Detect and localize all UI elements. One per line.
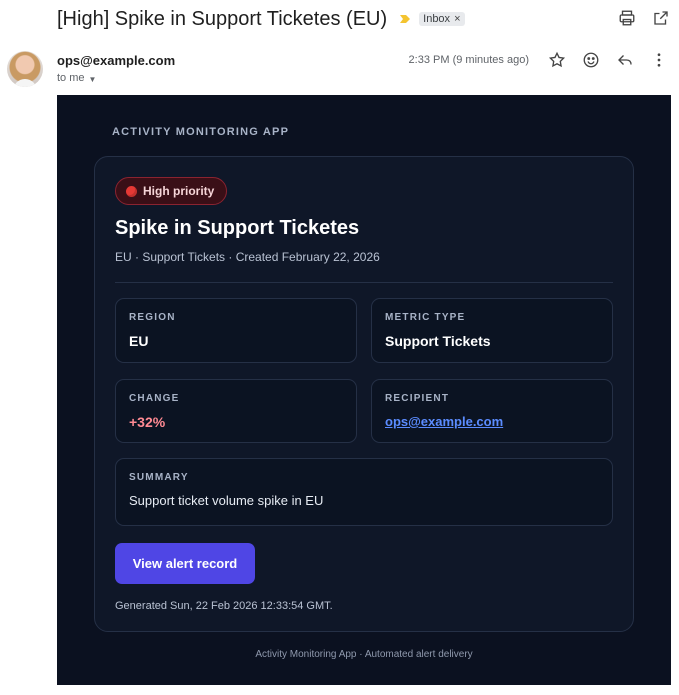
- avatar[interactable]: [7, 51, 43, 87]
- email-subject: [High] Spike in Support Ticketes (EU): [57, 7, 388, 30]
- generated-timestamp: Generated Sun, 22 Feb 2026 12:33:54 GMT.: [115, 600, 333, 612]
- metric-type-label: METRIC TYPE: [385, 312, 466, 323]
- divider: [115, 282, 613, 283]
- remove-label-button[interactable]: ×: [454, 13, 460, 25]
- reply-button[interactable]: [615, 50, 635, 70]
- open-new-window-icon: [654, 11, 668, 25]
- summary-label: SUMMARY: [129, 472, 189, 483]
- message-time: 2:33 PM (9 minutes ago): [408, 54, 529, 66]
- reply-icon: [618, 55, 632, 65]
- chevron-down-icon: ▼: [88, 74, 97, 84]
- view-alert-record-button[interactable]: View alert record: [115, 543, 255, 584]
- star-icon: [548, 51, 566, 68]
- to-me-label: to me: [57, 72, 85, 84]
- print-button[interactable]: [617, 8, 637, 28]
- alert-card: High priority Spike in Support Ticketes …: [94, 156, 634, 632]
- region-label: REGION: [129, 312, 176, 323]
- more-vert-icon: [657, 53, 661, 67]
- red-circle-icon: [126, 185, 137, 197]
- email-footer: Activity Monitoring App · Automated aler…: [255, 649, 473, 660]
- top-actions: [617, 8, 671, 28]
- change-value: +32%: [129, 414, 166, 430]
- alert-title: Spike in Support Ticketes: [115, 217, 360, 239]
- region-value: EU: [129, 333, 149, 349]
- app-name: ACTIVITY MONITORING APP: [112, 126, 290, 138]
- metric-type-field: METRIC TYPE Support Tickets: [371, 298, 613, 363]
- message-actions: 2:33 PM (9 minutes ago): [409, 50, 669, 70]
- region-field: REGION EU: [115, 298, 357, 363]
- recipient-email-link[interactable]: ops@example.com: [385, 414, 503, 429]
- emoji-icon: [583, 52, 599, 68]
- importance-marker-icon[interactable]: [399, 13, 411, 25]
- subject-row: [High] Spike in Support Ticketes (EU) In…: [57, 5, 669, 33]
- alert-subtitle: EU · Support Tickets · Created February …: [115, 250, 380, 264]
- sender-email[interactable]: ops@example.com: [57, 53, 175, 68]
- recipient-field: RECIPIENT ops@example.com: [371, 379, 613, 443]
- priority-badge: High priority: [115, 177, 228, 205]
- recipient-label: RECIPIENT: [385, 393, 450, 404]
- star-button[interactable]: [547, 50, 567, 70]
- print-icon: [619, 10, 635, 26]
- inbox-label: Inbox ×: [419, 12, 465, 26]
- change-field: CHANGE +32%: [115, 379, 357, 443]
- metric-type-value: Support Tickets: [385, 333, 491, 349]
- recipient-details-toggle[interactable]: to me ▼: [57, 72, 96, 84]
- email-body: ACTIVITY MONITORING APP High priority Sp…: [57, 95, 671, 685]
- summary-value: Support ticket volume spike in EU: [129, 493, 324, 508]
- open-new-window-button[interactable]: [651, 8, 671, 28]
- inbox-label-text: Inbox: [423, 13, 451, 25]
- summary-field: SUMMARY Support ticket volume spike in E…: [115, 458, 613, 526]
- more-options-button[interactable]: [649, 50, 669, 70]
- change-label: CHANGE: [129, 393, 180, 404]
- priority-label: High priority: [143, 184, 215, 198]
- add-reaction-button[interactable]: [581, 50, 601, 70]
